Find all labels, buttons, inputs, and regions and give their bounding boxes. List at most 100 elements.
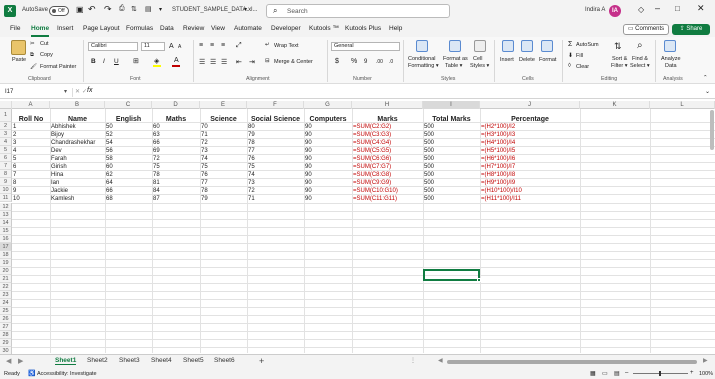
table-cell[interactable]: =SUM(C8:G8) (353, 171, 391, 179)
table-cell[interactable]: 76 (201, 171, 208, 179)
sheet-tab-1[interactable]: Sheet1 (55, 357, 77, 365)
table-cell[interactable]: 66 (153, 139, 160, 147)
menu-automate[interactable]: Automate (234, 25, 262, 32)
table-cell[interactable]: 79 (201, 195, 208, 203)
user-name[interactable]: Indira A (585, 7, 605, 13)
table-cell[interactable]: Ian (51, 179, 59, 187)
scroll-sheets-left-icon[interactable]: ◀ (6, 357, 11, 365)
table-cell[interactable]: 500 (424, 131, 434, 139)
table-cell[interactable]: 7 (13, 171, 16, 179)
share-button[interactable]: ⇪ Share (672, 24, 710, 35)
table-cell[interactable]: 73 (248, 179, 255, 187)
column-header-j[interactable]: J (480, 101, 580, 109)
page-layout-view-icon[interactable]: ▭ (602, 370, 608, 377)
row-header[interactable]: 6 (0, 154, 12, 163)
sort-filter-label[interactable]: Sort & (612, 56, 627, 62)
font-size-select[interactable]: 11 (141, 42, 165, 51)
decrease-font-icon[interactable]: A (178, 44, 181, 50)
table-cell[interactable]: =SUM(C6:G6) (353, 155, 391, 163)
table-cell[interactable]: 63 (153, 131, 160, 139)
increase-decimal-icon[interactable]: .00 (376, 59, 383, 65)
table-cell[interactable]: =(H4*100)/I4 (481, 139, 515, 147)
table-cell[interactable]: =SUM(C11:G11) (353, 195, 397, 203)
sheet-tab-4[interactable]: Sheet4 (151, 357, 172, 364)
autosum-icon[interactable]: Σ (568, 41, 572, 48)
add-sheet-icon[interactable]: + (259, 356, 264, 366)
row-header[interactable]: 9 (0, 178, 12, 187)
paste-icon[interactable] (11, 40, 26, 55)
form-icon[interactable]: ▤ (145, 5, 152, 13)
expand-formula-bar-icon[interactable]: ⌄ (705, 88, 710, 95)
row-header[interactable]: 29 (0, 339, 12, 348)
table-cell[interactable]: 500 (424, 187, 434, 195)
table-cell[interactable]: 90 (305, 171, 312, 179)
delete-cells-button[interactable]: Delete (519, 57, 535, 63)
table-cell[interactable]: 500 (424, 155, 434, 163)
table-cell[interactable]: Hina (51, 171, 63, 179)
row-header[interactable]: 2 (0, 122, 12, 131)
comma-icon[interactable]: 9 (364, 59, 367, 65)
row-header[interactable]: 14 (0, 218, 12, 227)
merge-center-icon[interactable]: ⊟ (265, 58, 270, 64)
formula-input[interactable] (98, 88, 698, 97)
menu-kutools[interactable]: Kutools ™ (309, 25, 339, 32)
clear-icon[interactable]: ◊ (568, 63, 571, 69)
menu-view[interactable]: View (211, 25, 225, 32)
table-cell[interactable]: 79 (248, 131, 255, 139)
table-cell[interactable]: 6 (13, 163, 16, 171)
customize-qat-icon[interactable]: ▾ (159, 6, 162, 13)
clear-button[interactable]: Clear (576, 64, 589, 70)
fill-button[interactable]: Fill (576, 53, 583, 59)
comments-button[interactable]: ▭ Comments (623, 24, 669, 35)
row-header[interactable]: 17 (0, 242, 12, 251)
row-header[interactable]: 25 (0, 307, 12, 316)
column-header-d[interactable]: D (152, 101, 200, 109)
table-cell[interactable]: =(H9*100)/I9 (481, 179, 515, 187)
table-cell[interactable]: 72 (201, 139, 208, 147)
menu-review[interactable]: Review (183, 25, 204, 32)
find-select-label[interactable]: Find & (632, 56, 648, 62)
table-cell[interactable]: =(H7*100)/I7 (481, 163, 515, 171)
row-header[interactable]: 12 (0, 202, 12, 211)
table-cell[interactable]: 71 (248, 195, 255, 203)
table-cell[interactable]: 74 (201, 155, 208, 163)
cell-styles-label-2[interactable]: Styles ▾ (470, 63, 489, 69)
table-cell[interactable]: 50 (106, 123, 113, 131)
table-cell[interactable]: 56 (106, 147, 113, 155)
table-cell[interactable]: 500 (424, 171, 434, 179)
table-cell[interactable]: 500 (424, 139, 434, 147)
table-cell[interactable]: =SUM(C2:G2) (353, 123, 391, 131)
table-cell[interactable]: 90 (305, 147, 312, 155)
column-header-c[interactable]: C (105, 101, 152, 109)
table-cell[interactable]: =(H2*100)/I2 (481, 123, 515, 131)
underline-icon[interactable]: U (114, 58, 119, 65)
wrap-text-icon[interactable]: ↵ (265, 42, 270, 48)
row-header[interactable]: 27 (0, 323, 12, 332)
table-cell[interactable]: 500 (424, 195, 434, 203)
align-middle-icon[interactable]: ≡ (210, 42, 214, 49)
table-cell[interactable]: 64 (106, 179, 113, 187)
row-header[interactable]: 26 (0, 315, 12, 324)
copy-button[interactable]: Copy (40, 52, 53, 58)
name-box-dropdown-icon[interactable]: ▾ (64, 88, 67, 95)
vertical-scrollbar[interactable] (710, 110, 714, 150)
avatar[interactable]: IA (609, 5, 621, 17)
table-cell[interactable]: 10 (13, 195, 20, 203)
table-cell[interactable]: 73 (201, 147, 208, 155)
table-cell[interactable]: 71 (201, 131, 208, 139)
cut-button[interactable]: Cut (40, 41, 49, 47)
table-cell[interactable]: 70 (201, 123, 208, 131)
table-cell[interactable]: 78 (201, 187, 208, 195)
table-cell[interactable]: 5 (13, 155, 16, 163)
format-cells-button[interactable]: Format (539, 57, 556, 63)
menu-help[interactable]: Help (389, 25, 402, 32)
table-cell[interactable]: 90 (305, 131, 312, 139)
table-cell[interactable]: 4 (13, 147, 16, 155)
row-header[interactable]: 19 (0, 258, 12, 267)
sort-filter-icon[interactable]: ⇅ (614, 41, 622, 52)
font-name-select[interactable]: Calibri (88, 42, 138, 51)
table-cell[interactable]: =SUM(C5:G5) (353, 147, 391, 155)
format-painter-icon[interactable]: 🖌 (30, 64, 37, 70)
row-header[interactable]: 23 (0, 291, 12, 300)
table-cell[interactable]: =(H5*100)/I5 (481, 147, 515, 155)
